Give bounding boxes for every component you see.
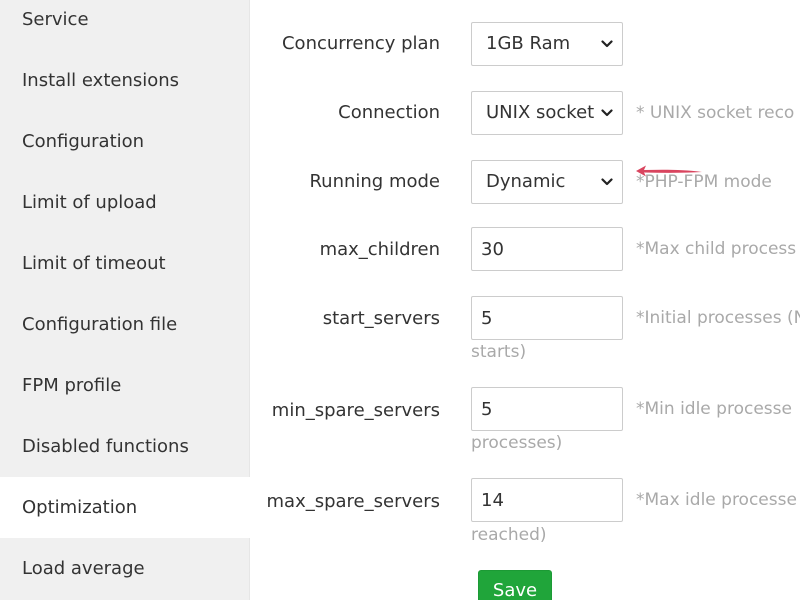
sidebar-item-configuration[interactable]: Configuration	[0, 111, 250, 172]
connection-label: Connection	[338, 102, 440, 123]
min-spare-servers-label: min_spare_servers	[271, 400, 440, 421]
min-spare-servers-input[interactable]	[471, 387, 623, 431]
max-spare-servers-input[interactable]	[471, 478, 623, 522]
chevron-down-icon	[601, 40, 613, 48]
start-servers-input[interactable]	[471, 296, 623, 340]
concurrency-plan-select[interactable]: 1GB Ram	[471, 22, 623, 66]
connection-value: UNIX socket	[486, 102, 595, 123]
sidebar: Service Install extensions Configuration…	[0, 0, 251, 600]
max-spare-servers-hint-continuation: reached)	[471, 525, 547, 545]
sidebar-item-limit-of-timeout[interactable]: Limit of timeout	[0, 233, 250, 294]
max-children-input[interactable]	[471, 227, 623, 271]
max-spare-servers-label: max_spare_servers	[266, 491, 441, 512]
sidebar-item-load-average[interactable]: Load average	[0, 538, 250, 599]
sidebar-item-limit-of-upload[interactable]: Limit of upload	[0, 172, 250, 233]
max-spare-servers-hint: *Max idle processe	[636, 490, 797, 510]
sidebar-item-disabled-functions[interactable]: Disabled functions	[0, 416, 250, 477]
sidebar-item-fpm-profile[interactable]: FPM profile	[0, 355, 250, 416]
save-button[interactable]: Save	[478, 570, 552, 600]
sidebar-item-configuration-file[interactable]: Configuration file	[0, 294, 250, 355]
chevron-down-icon	[601, 178, 613, 186]
sidebar-item-optimization[interactable]: Optimization	[0, 477, 251, 538]
sidebar-item-service[interactable]: Service	[0, 0, 250, 50]
concurrency-plan-label: Concurrency plan	[281, 33, 440, 54]
start-servers-hint-continuation: starts)	[471, 342, 527, 362]
running-mode-select[interactable]: Dynamic	[471, 160, 623, 204]
running-mode-label: Running mode	[309, 171, 440, 192]
min-spare-servers-hint-continuation: processes)	[471, 433, 563, 453]
max-children-hint: *Max child process	[636, 239, 797, 259]
php-settings-panel: Service Install extensions Configuration…	[0, 0, 800, 600]
running-mode-value: Dynamic	[486, 171, 566, 192]
connection-hint: * UNIX socket reco	[636, 103, 795, 123]
red-arrow-annotation-icon	[636, 165, 702, 177]
concurrency-plan-value: 1GB Ram	[486, 33, 571, 54]
sidebar-item-install-extensions[interactable]: Install extensions	[0, 50, 250, 111]
chevron-down-icon	[601, 109, 613, 117]
start-servers-hint: *Initial processes (N	[636, 308, 800, 328]
max-children-label: max_children	[319, 239, 440, 260]
min-spare-servers-hint: *Min idle processe	[636, 399, 792, 419]
connection-select[interactable]: UNIX socket	[471, 91, 623, 135]
start-servers-label: start_servers	[322, 308, 440, 329]
